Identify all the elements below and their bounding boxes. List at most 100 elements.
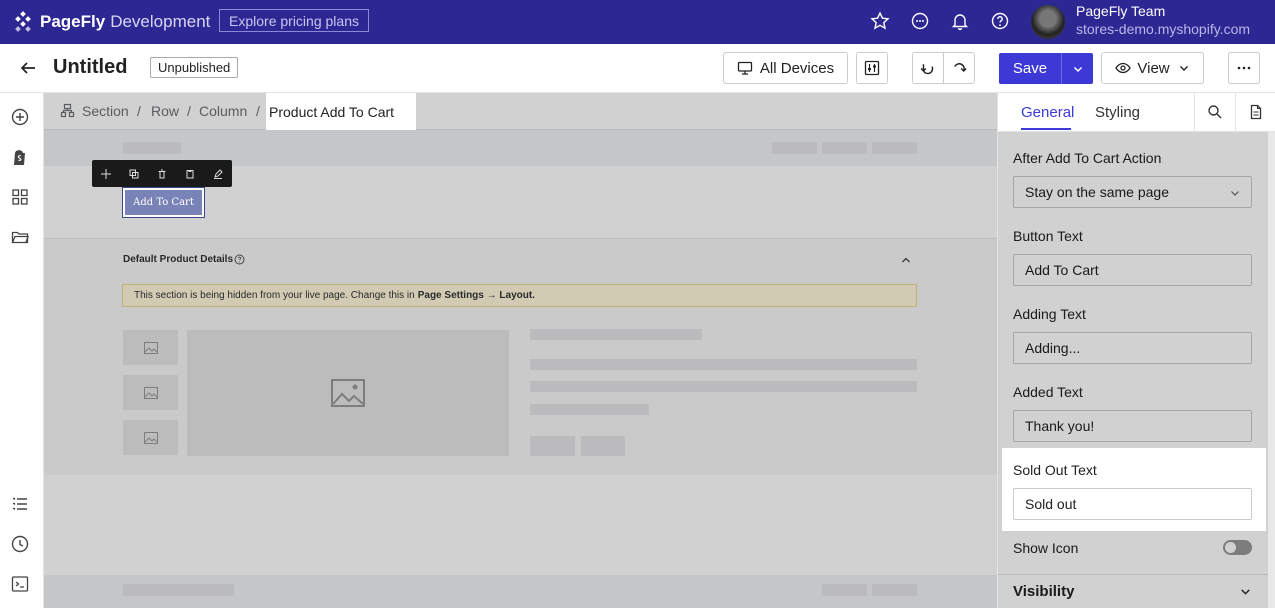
image-placeholder-icon <box>143 431 158 444</box>
skeleton-bar <box>530 359 917 370</box>
all-devices-label: All Devices <box>759 59 835 77</box>
more-horizontal-icon <box>1237 66 1251 70</box>
active-tab-indicator <box>1021 128 1071 130</box>
after-add-to-cart-select[interactable]: Stay on the same page <box>1013 176 1252 208</box>
explore-pricing-button[interactable]: Explore pricing plans <box>219 9 369 32</box>
avatar[interactable] <box>1031 5 1065 39</box>
document-icon[interactable] <box>1248 104 1264 120</box>
button-text-input[interactable]: Add To Cart <box>1013 254 1252 286</box>
more-options-button[interactable] <box>1228 52 1260 84</box>
skeleton-bar <box>822 584 867 596</box>
tab-divider <box>1194 93 1195 132</box>
image-thumbnail <box>123 330 178 365</box>
adding-text-label: Adding Text <box>1013 306 1086 322</box>
show-icon-label: Show Icon <box>1013 540 1079 556</box>
sold-out-text-input[interactable]: Sold out <box>1013 488 1252 520</box>
view-button[interactable]: View <box>1101 52 1204 84</box>
user-store: stores-demo.myshopify.com <box>1076 21 1251 37</box>
skeleton-bar <box>872 142 917 154</box>
delete-icon[interactable] <box>157 169 167 179</box>
all-devices-button[interactable]: All Devices <box>723 52 848 84</box>
brand[interactable]: PageFly Development <box>12 10 210 34</box>
element-toolbar <box>92 160 232 187</box>
duplicate-icon[interactable] <box>129 169 139 179</box>
move-icon[interactable] <box>101 168 111 179</box>
sliders-icon <box>864 60 880 76</box>
info-icon[interactable] <box>234 254 245 265</box>
breadcrumb-separator: / <box>187 103 191 119</box>
skeleton-bar <box>530 381 917 392</box>
undo-redo-group <box>912 52 975 84</box>
shopify-icon[interactable] <box>10 147 30 167</box>
bell-icon[interactable] <box>950 11 970 31</box>
help-icon[interactable] <box>990 11 1010 31</box>
sold-out-text-label: Sold Out Text <box>1013 462 1097 478</box>
skeleton-bar <box>872 584 917 596</box>
brand-name: PageFly <box>40 12 106 31</box>
chevron-down-icon <box>1179 66 1188 71</box>
back-arrow-icon[interactable] <box>18 58 38 78</box>
copy-icon[interactable] <box>185 169 195 179</box>
chat-icon[interactable] <box>910 11 930 31</box>
after-add-to-cart-value: Stay on the same page <box>1025 184 1169 200</box>
breadcrumb-column[interactable]: Column <box>199 103 247 119</box>
code-terminal-icon[interactable] <box>10 574 30 594</box>
undo-icon[interactable] <box>913 53 944 83</box>
skeleton-bar <box>123 584 234 596</box>
status-badge: Unpublished <box>150 57 239 78</box>
list-icon[interactable] <box>10 494 30 514</box>
image-thumbnail <box>123 420 178 455</box>
image-placeholder-icon <box>143 341 158 354</box>
main-image-placeholder <box>187 330 509 456</box>
skeleton-bar <box>530 329 702 340</box>
settings-sliders-button[interactable] <box>856 52 888 84</box>
chevron-down-icon <box>1073 66 1082 72</box>
chevron-down-icon <box>1231 191 1239 196</box>
breadcrumb-row[interactable]: Row <box>151 103 179 119</box>
view-label: View <box>1137 59 1170 77</box>
history-clock-icon[interactable] <box>10 534 30 554</box>
add-element-icon[interactable] <box>10 107 30 127</box>
section-structure-icon <box>60 103 75 118</box>
adding-text-input[interactable]: Adding... <box>1013 332 1252 364</box>
monitor-icon <box>737 61 753 75</box>
save-label: Save <box>1012 60 1048 77</box>
show-icon-toggle[interactable] <box>1223 540 1252 555</box>
skeleton-bar <box>123 142 181 154</box>
brand-subtitle: Development <box>110 12 211 31</box>
left-sidebar <box>0 93 44 608</box>
skeleton-bar <box>772 142 817 154</box>
page-settings-link[interactable]: Page Settings → Layout. <box>418 290 535 301</box>
button-text-label: Button Text <box>1013 228 1083 244</box>
save-button[interactable]: Save <box>999 53 1093 84</box>
tab-divider <box>1235 93 1236 132</box>
panel-scrollbar[interactable] <box>1268 132 1275 608</box>
tab-styling[interactable]: Styling <box>1095 104 1140 121</box>
added-text-input[interactable]: Thank you! <box>1013 410 1252 442</box>
page-title[interactable]: Untitled <box>53 56 127 79</box>
redo-icon[interactable] <box>944 53 974 83</box>
skeleton-button <box>581 436 625 456</box>
breadcrumb-section[interactable]: Section <box>82 103 129 119</box>
tab-general[interactable]: General <box>1021 104 1074 121</box>
search-icon[interactable] <box>1207 104 1223 120</box>
eye-icon <box>1115 62 1132 74</box>
breadcrumb-current[interactable]: Product Add To Cart <box>266 93 416 130</box>
folder-icon[interactable] <box>10 227 30 247</box>
breadcrumb-separator: / <box>137 103 141 119</box>
grid-icon[interactable] <box>10 187 30 207</box>
style-brush-icon[interactable] <box>213 168 223 179</box>
product-details-label: Default Product Details <box>123 254 234 265</box>
save-options-dropdown[interactable] <box>1062 63 1093 75</box>
chevron-up-icon[interactable] <box>899 253 913 267</box>
add-to-cart-button[interactable]: Add To Cart <box>123 188 204 217</box>
image-placeholder-icon <box>331 379 365 407</box>
visibility-label: Visibility <box>1013 583 1075 600</box>
notice-text: This section is being hidden from your l… <box>134 290 415 301</box>
after-add-to-cart-label: After Add To Cart Action <box>1013 150 1162 166</box>
added-text-label: Added Text <box>1013 384 1083 400</box>
skeleton-bar <box>530 404 649 415</box>
skeleton-button <box>530 436 575 456</box>
chevron-down-icon[interactable] <box>1239 585 1252 598</box>
star-icon[interactable] <box>870 11 890 31</box>
